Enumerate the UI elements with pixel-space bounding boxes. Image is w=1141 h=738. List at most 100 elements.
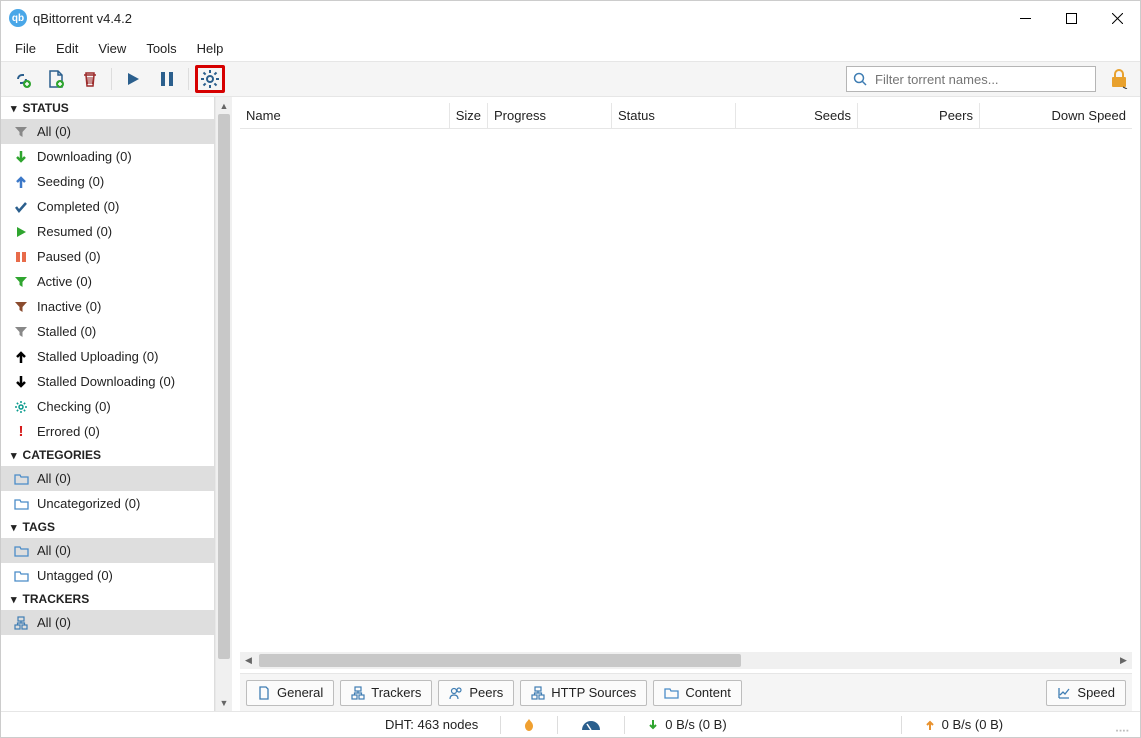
scroll-up-icon[interactable]: ▲ bbox=[216, 97, 232, 114]
preferences-button[interactable] bbox=[195, 65, 225, 93]
tab-trackers[interactable]: Trackers bbox=[340, 680, 432, 706]
status-completed[interactable]: Completed (0) bbox=[1, 194, 215, 219]
tag-all[interactable]: All (0) bbox=[1, 538, 215, 563]
lock-button[interactable] bbox=[1104, 65, 1134, 93]
download-arrow-icon bbox=[647, 719, 659, 731]
status-checking[interactable]: Checking (0) bbox=[1, 394, 215, 419]
tag-untagged[interactable]: Untagged (0) bbox=[1, 563, 215, 588]
gear-icon bbox=[13, 399, 29, 415]
col-seeds[interactable]: Seeds bbox=[736, 103, 858, 128]
search-input[interactable] bbox=[873, 71, 1089, 88]
folder-icon bbox=[13, 496, 29, 512]
chart-icon bbox=[1057, 686, 1071, 700]
search-icon bbox=[853, 72, 867, 86]
tab-peers[interactable]: Peers bbox=[438, 680, 514, 706]
down-arrow-black-icon bbox=[13, 374, 29, 390]
status-firewall-icon[interactable] bbox=[523, 718, 535, 732]
trackers-section-header[interactable]: ▾ TRACKERS bbox=[1, 588, 215, 610]
window-title: qBittorrent v4.4.2 bbox=[33, 11, 132, 26]
col-downspeed[interactable]: Down Speed bbox=[980, 103, 1132, 128]
filter-active-icon bbox=[13, 274, 29, 290]
content-area: Name Size Progress Status Seeds Peers Do… bbox=[232, 97, 1140, 711]
status-stalled[interactable]: Stalled (0) bbox=[1, 319, 215, 344]
network-icon bbox=[13, 615, 29, 631]
sidebar: ▾ STATUS All (0) Downloading (0) Seeding… bbox=[1, 97, 215, 711]
tracker-all[interactable]: All (0) bbox=[1, 610, 215, 635]
status-downloading[interactable]: Downloading (0) bbox=[1, 144, 215, 169]
pause-icon bbox=[13, 249, 29, 265]
status-all[interactable]: All (0) bbox=[1, 119, 215, 144]
table-header: Name Size Progress Status Seeds Peers Do… bbox=[240, 103, 1132, 129]
status-upload-speed[interactable]: 0 B/s (0 B) bbox=[924, 717, 1003, 732]
main-split: ▾ STATUS All (0) Downloading (0) Seeding… bbox=[1, 97, 1140, 711]
filter-icon bbox=[13, 124, 29, 140]
folder-icon bbox=[664, 687, 679, 699]
scroll-down-icon[interactable]: ▼ bbox=[216, 694, 232, 711]
minimize-button[interactable] bbox=[1002, 2, 1048, 34]
menu-file[interactable]: File bbox=[5, 35, 46, 61]
menu-tools[interactable]: Tools bbox=[136, 35, 186, 61]
tab-http-sources[interactable]: HTTP Sources bbox=[520, 680, 647, 706]
col-progress[interactable]: Progress bbox=[488, 103, 612, 128]
close-button[interactable] bbox=[1094, 2, 1140, 34]
tab-general[interactable]: General bbox=[246, 680, 334, 706]
col-size[interactable]: Size bbox=[450, 103, 488, 128]
col-peers[interactable]: Peers bbox=[858, 103, 980, 128]
pause-button[interactable] bbox=[152, 65, 182, 93]
status-speed-limit-icon[interactable] bbox=[580, 719, 602, 731]
scroll-left-icon[interactable]: ◀ bbox=[240, 652, 257, 669]
tab-speed[interactable]: Speed bbox=[1046, 680, 1126, 706]
users-icon bbox=[449, 686, 463, 700]
tab-content[interactable]: Content bbox=[653, 680, 742, 706]
delete-button[interactable] bbox=[75, 65, 105, 93]
status-errored[interactable]: ! Errored (0) bbox=[1, 419, 215, 444]
menu-view[interactable]: View bbox=[88, 35, 136, 61]
horizontal-scrollbar[interactable]: ◀ ▶ bbox=[240, 652, 1132, 669]
status-stalled-downloading[interactable]: Stalled Downloading (0) bbox=[1, 369, 215, 394]
status-active[interactable]: Active (0) bbox=[1, 269, 215, 294]
filter-stalled-icon bbox=[13, 324, 29, 340]
menu-help[interactable]: Help bbox=[187, 35, 234, 61]
col-status[interactable]: Status bbox=[612, 103, 736, 128]
status-download-speed[interactable]: 0 B/s (0 B) bbox=[647, 717, 726, 732]
statusbar: DHT: 463 nodes 0 B/s (0 B) 0 B/s (0 B) ⣀… bbox=[1, 711, 1140, 737]
upload-arrow-icon bbox=[13, 174, 29, 190]
status-dht[interactable]: DHT: 463 nodes bbox=[385, 717, 478, 732]
status-stalled-uploading[interactable]: Stalled Uploading (0) bbox=[1, 344, 215, 369]
network-icon bbox=[531, 686, 545, 700]
status-paused[interactable]: Paused (0) bbox=[1, 244, 215, 269]
document-icon bbox=[257, 686, 271, 700]
status-section-header[interactable]: ▾ STATUS bbox=[1, 97, 215, 119]
folder-icon bbox=[13, 543, 29, 559]
sidebar-scrollbar[interactable]: ▲ ▼ bbox=[215, 97, 232, 711]
category-uncategorized[interactable]: Uncategorized (0) bbox=[1, 491, 215, 516]
search-box[interactable] bbox=[846, 66, 1096, 92]
categories-section-header[interactable]: ▾ CATEGORIES bbox=[1, 444, 215, 466]
status-inactive[interactable]: Inactive (0) bbox=[1, 294, 215, 319]
scroll-right-icon[interactable]: ▶ bbox=[1115, 652, 1132, 669]
status-seeding[interactable]: Seeding (0) bbox=[1, 169, 215, 194]
play-icon bbox=[13, 224, 29, 240]
folder-icon bbox=[13, 568, 29, 584]
category-all[interactable]: All (0) bbox=[1, 466, 215, 491]
table-body bbox=[240, 129, 1132, 652]
menu-edit[interactable]: Edit bbox=[46, 35, 88, 61]
add-link-button[interactable] bbox=[7, 65, 37, 93]
app-window: qb qBittorrent v4.4.2 File Edit View Too… bbox=[0, 0, 1141, 738]
chevron-down-icon: ▾ bbox=[11, 521, 17, 534]
resize-grip-icon[interactable]: ⣀⣀ bbox=[1114, 718, 1128, 732]
status-resumed[interactable]: Resumed (0) bbox=[1, 219, 215, 244]
up-arrow-black-icon bbox=[13, 349, 29, 365]
tags-section-header[interactable]: ▾ TAGS bbox=[1, 516, 215, 538]
filter-inactive-icon bbox=[13, 299, 29, 315]
col-name[interactable]: Name bbox=[240, 103, 450, 128]
network-icon bbox=[351, 686, 365, 700]
sidebar-container: ▾ STATUS All (0) Downloading (0) Seeding… bbox=[1, 97, 232, 711]
chevron-down-icon: ▾ bbox=[11, 102, 17, 115]
maximize-button[interactable] bbox=[1048, 2, 1094, 34]
error-icon: ! bbox=[13, 424, 29, 440]
download-arrow-icon bbox=[13, 149, 29, 165]
add-file-button[interactable] bbox=[41, 65, 71, 93]
chevron-down-icon: ▾ bbox=[11, 593, 17, 606]
resume-button[interactable] bbox=[118, 65, 148, 93]
